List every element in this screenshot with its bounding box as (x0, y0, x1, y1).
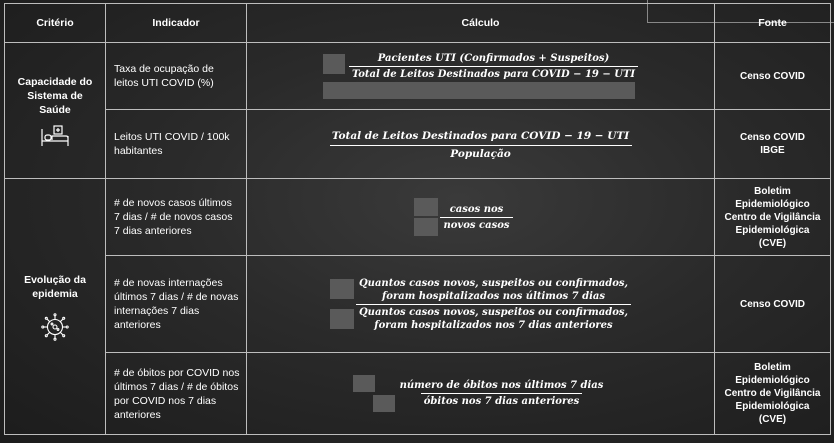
redacted-block (329, 309, 354, 329)
fonte-line: IBGE (760, 145, 785, 156)
formula-numerator: casos nos (449, 203, 504, 215)
fonte-line: Censo COVID (739, 132, 805, 143)
fonte-line: Epidemiológica (735, 401, 810, 412)
fonte-line: Centro de Vigilância (724, 388, 821, 399)
table-row: Leitos UTI COVID / 100k habitantes Total… (5, 109, 831, 179)
indicador-cell: # de novas internações últimos 7 dias / … (105, 255, 247, 353)
redacted-block (372, 395, 395, 412)
fonte-cell: Censo COVID IBGE (714, 109, 831, 179)
formula: Pacientes UTI (Confirmados + Suspeitos) … (348, 52, 639, 81)
criterio-capacidade: Capacidade do Sistema de Saúde (4, 42, 106, 179)
formula-numerator: Pacientes UTI (Confirmados + Suspeitos) (377, 53, 610, 65)
fonte-line: (CVE) (758, 414, 787, 425)
fonte-line: Epidemiológico (735, 375, 810, 386)
hospital-bed-icon (41, 124, 69, 146)
formula-denominator: População (450, 148, 511, 160)
indicador-cell: Taxa de ocupação de leitos UTI COVID (%) (105, 42, 247, 110)
indicators-table: Critério Indicador Cálculo Fonte Capacid… (4, 3, 831, 435)
fonte-line: Censo COVID (739, 70, 805, 82)
fonte-cell: Censo COVID (714, 42, 831, 110)
calculo-cell: número de óbitos nos últimos 7 dias óbit… (246, 352, 715, 435)
redacted-block (323, 82, 635, 100)
fonte-cell: Boletim Epidemiológico Centro de Vigilân… (714, 178, 831, 256)
fonte-line: (CVE) (758, 237, 787, 249)
table-row: # de óbitos por COVID nos últimos 7 dias… (5, 352, 831, 435)
formula-numerator: número de óbitos nos últimos 7 dias (399, 380, 604, 391)
fonte-line: Censo COVID (739, 298, 805, 310)
formula-numerator: Total de Leitos Destinados para COVID − … (331, 130, 630, 142)
formula-numerator: foram hospitalizados nos últimos 7 dias (381, 290, 605, 302)
formula-denominator: Quantos casos novos, suspeitos ou confir… (358, 306, 629, 318)
redacted-block (414, 198, 439, 216)
calculo-cell: Total de Leitos Destinados para COVID − … (246, 109, 715, 179)
fonte-cell: Censo COVID (714, 255, 831, 353)
table-row: # de novas internações últimos 7 dias / … (5, 255, 831, 353)
fonte-line: Boletim (754, 362, 791, 373)
fonte-line: Epidemiológica (735, 224, 810, 236)
formula: casos nos novos casos (440, 203, 513, 232)
formula-denominator: foram hospitalizados nos 7 dias anterior… (374, 319, 613, 331)
virus-icon (41, 312, 69, 341)
indicador-cell: Leitos UTI COVID / 100k habitantes (105, 109, 247, 179)
fonte-line: Centro de Vigilância (724, 211, 821, 223)
header-calculo: Cálculo (246, 3, 715, 43)
criterio-label: Evolução da epidemia (24, 273, 86, 300)
formula-denominator: novos casos (443, 219, 510, 231)
fonte-cell: Boletim Epidemiológico Centro de Vigilân… (714, 352, 831, 435)
formula-denominator: óbitos nos 7 dias anteriores (423, 396, 580, 407)
redacted-block (414, 218, 439, 236)
formula-numerator: Quantos casos novos, suspeitos ou confir… (358, 277, 629, 289)
table-header-row: Critério Indicador Cálculo Fonte (4, 3, 831, 43)
header-indicador: Indicador (105, 3, 247, 43)
calculo-cell: Quantos casos novos, suspeitos ou confir… (246, 255, 715, 353)
redacted-block (322, 54, 345, 75)
criterio-label: Capacidade do Sistema de Saúde (17, 75, 93, 116)
formula: número de óbitos nos últimos 7 dias óbit… (397, 379, 607, 408)
table-row: Capacidade do Sistema de Saúde Taxa de o… (4, 42, 831, 179)
formula: Total de Leitos Destinados para COVID − … (329, 129, 632, 162)
indicador-cell: # de novos casos últimos 7 dias / # de n… (105, 178, 247, 256)
formula-denominator: Total de Leitos Destinados para COVID − … (351, 69, 636, 81)
formula: Quantos casos novos, suspeitos ou confir… (355, 277, 632, 332)
redacted-block (329, 279, 354, 299)
header-fonte: Fonte (714, 3, 831, 43)
table-row: Evolução da epidemia # de novos casos úl… (4, 178, 831, 435)
calculo-cell: Pacientes UTI (Confirmados + Suspeitos) … (246, 42, 715, 110)
fonte-line: Epidemiológico (735, 198, 810, 210)
header-criterio: Critério (4, 3, 106, 43)
criterio-evolucao: Evolução da epidemia (4, 178, 106, 435)
indicador-cell: # de óbitos por COVID nos últimos 7 dias… (105, 352, 247, 435)
calculo-cell: casos nos novos casos (246, 178, 715, 256)
fonte-line: Boletim (754, 185, 791, 197)
redacted-block (352, 375, 375, 392)
